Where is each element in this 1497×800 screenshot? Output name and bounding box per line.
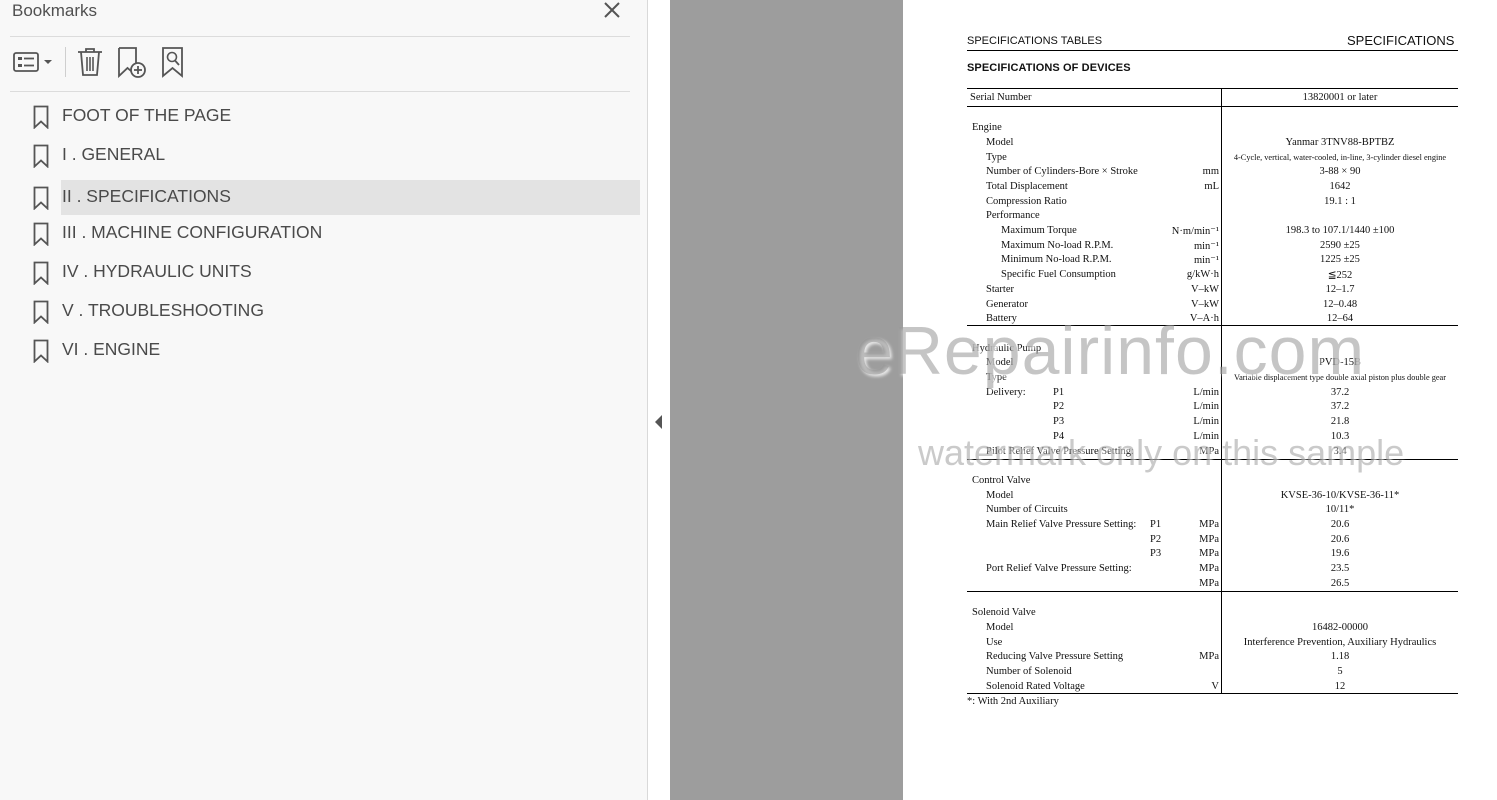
divider — [10, 91, 630, 92]
bookmark-item-foot-of-the-page[interactable]: FOOT OF THE PAGE — [28, 99, 640, 134]
bookmark-item-troubleshooting[interactable]: V . TROUBLESHOOTING — [28, 294, 640, 329]
table-row: Solenoid Rated Voltage V 12 — [986, 681, 1346, 692]
footnote: *: With 2nd Auxiliary — [967, 696, 1059, 707]
bookmarks-panel: Bookmarks FOOT OF THE PAGE I . GENERAL I… — [0, 0, 648, 800]
watermark-subtext: watermark only on this sample — [918, 432, 1405, 473]
add-bookmark-button[interactable] — [116, 46, 148, 79]
table-row: Starter V–kW 12–1.7 — [986, 284, 1355, 295]
table-rule — [967, 88, 1458, 89]
bookmark-icon — [33, 222, 49, 246]
table-row: Use Interference Prevention, Auxiliary Hy… — [986, 637, 1437, 648]
bookmark-label: III . MACHINE CONFIGURATION — [62, 222, 323, 242]
page-header-right: SPECIFICATIONS — [1347, 33, 1455, 48]
section-subheading: SPECIFICATIONS OF DEVICES — [967, 62, 1131, 74]
table-row: Model KVSE-36-10/KVSE-36-11* — [986, 490, 1400, 501]
table-row: Model 16482-00000 — [986, 622, 1368, 633]
table-row: P2 L/min 37.2 — [1053, 401, 1350, 412]
bookmark-item-engine[interactable]: VI . ENGINE — [28, 333, 640, 368]
table-row: Number of Cylinders-Bore × Stroke mm 3-88 … — [986, 166, 1361, 177]
table-row: Maximum Torque N·m/min⁻¹ 198.3 to 107.1/14… — [1001, 225, 1395, 237]
table-row: Type 4-Cycle, vertical, water-cooled, in-… — [986, 152, 1447, 163]
table-row: Compression Ratio 19.1 : 1 — [986, 196, 1356, 207]
divider — [10, 36, 630, 37]
document-background — [670, 0, 903, 800]
bookmark-icon — [33, 105, 49, 129]
table-row: Model Yanmar 3TNV88-BPTBZ — [986, 137, 1395, 148]
header-rule — [967, 50, 1458, 51]
table-row: Control Valve — [972, 475, 1031, 486]
collapse-panel-arrow-icon[interactable] — [654, 414, 664, 430]
add-bookmark-icon — [118, 47, 146, 79]
table-row: Number of Circuits 10/11* — [986, 504, 1355, 515]
delete-bookmark-button[interactable] — [76, 46, 104, 78]
table-row: Main Relief Valve Pressure Setting: P1 MPa… — [986, 519, 1350, 530]
find-bookmark-button[interactable] — [160, 46, 190, 78]
bookmark-icon — [33, 300, 49, 324]
bookmark-label: V . TROUBLESHOOTING — [62, 300, 264, 320]
table-row: Maximum No-load R.P.M. min⁻¹ 2590 ±25 — [1001, 240, 1360, 252]
table-row: Number of Solenoid 5 — [986, 666, 1343, 677]
panel-title: Bookmarks — [12, 1, 98, 20]
table-row: Specific Fuel Consumption g/kW·h ≦252 — [1001, 269, 1353, 281]
table-row: Reducing Valve Pressure Setting MPa 1.18 — [986, 651, 1350, 662]
bookmark-item-hydraulic-units[interactable]: IV . HYDRAULIC UNITS — [28, 255, 640, 290]
table-row: Serial Number 13820001 or later — [970, 92, 1378, 103]
page-header-left: SPECIFICATIONS TABLES — [967, 35, 1103, 47]
find-bookmark-icon — [162, 47, 183, 78]
trash-icon — [78, 48, 102, 76]
table-row: Performance — [986, 210, 1040, 221]
bookmark-icon — [33, 261, 49, 285]
bookmark-label: I . GENERAL — [62, 144, 166, 164]
bookmark-label: VI . ENGINE — [62, 339, 161, 359]
toolbar-separator — [65, 47, 66, 77]
bookmark-icon — [33, 186, 49, 210]
bookmark-options-button[interactable] — [12, 46, 56, 78]
list-options-icon — [13, 52, 52, 72]
table-row: P2 MPa 20.6 — [1150, 534, 1350, 545]
table-row: P3 MPa 19.6 — [1150, 548, 1350, 559]
bookmark-icon — [33, 339, 49, 363]
table-row: MPa 26.5 — [1199, 578, 1350, 589]
table-row: Port Relief Valve Pressure Setting: MPa 23… — [986, 563, 1350, 574]
close-icon — [604, 2, 620, 18]
watermark-text: eRepairinfo.com — [855, 313, 1366, 389]
bookmark-label: FOOT OF THE PAGE — [62, 105, 232, 125]
table-row: Minimum No-load R.P.M. min⁻¹ 1225 ±25 — [1001, 254, 1360, 266]
table-row: Total Displacement mL 1642 — [986, 181, 1351, 192]
table-row: Solenoid Valve — [972, 607, 1036, 618]
close-panel-button[interactable] — [600, 0, 624, 22]
table-row: Engine — [972, 122, 1002, 133]
table-rule — [967, 106, 1458, 107]
pdf-page[interactable]: SPECIFICATIONS TABLES SPECIFICATIONS SPE… — [903, 0, 1497, 800]
bookmark-item-specifications[interactable]: II . SPECIFICATIONS — [28, 180, 640, 215]
bookmark-label: II . SPECIFICATIONS — [62, 186, 231, 206]
bookmark-item-machine-configuration[interactable]: III . MACHINE CONFIGURATION — [28, 216, 640, 251]
table-row: Generator V–kW 12–0.48 — [986, 299, 1358, 310]
table-row: P3 L/min 21.8 — [1053, 416, 1350, 427]
bookmark-icon — [33, 144, 49, 168]
bookmark-item-general[interactable]: I . GENERAL — [28, 138, 640, 173]
bookmark-label: IV . HYDRAULIC UNITS — [62, 261, 252, 281]
